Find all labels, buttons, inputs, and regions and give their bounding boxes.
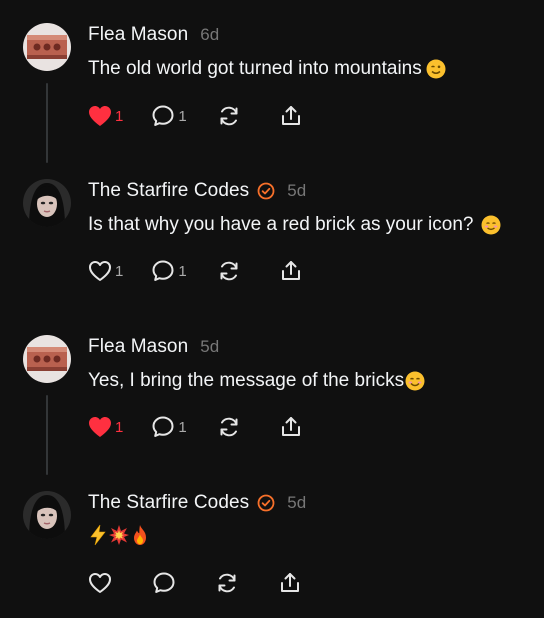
post-text: Yes, I bring the message of the bricks bbox=[88, 370, 405, 391]
share-icon bbox=[281, 261, 300, 280]
thread-line bbox=[46, 83, 48, 163]
reply-button[interactable] bbox=[152, 571, 176, 595]
comment-icon bbox=[152, 416, 174, 437]
comment-icon bbox=[153, 572, 175, 593]
like-count: 1 bbox=[115, 262, 124, 280]
share-button[interactable] bbox=[279, 104, 303, 128]
repost-button[interactable] bbox=[217, 259, 241, 283]
reply-button[interactable]: 1 bbox=[151, 104, 187, 128]
share-button[interactable] bbox=[279, 415, 303, 439]
comment-icon bbox=[152, 105, 174, 126]
lightning-emoji-icon bbox=[90, 524, 106, 546]
like-button[interactable]: 1 bbox=[88, 259, 123, 283]
like-button[interactable] bbox=[88, 571, 112, 595]
avatar[interactable] bbox=[23, 335, 71, 383]
collision-emoji-icon bbox=[109, 525, 129, 545]
post-emojis bbox=[88, 524, 150, 546]
person-photo bbox=[23, 179, 71, 227]
repost-icon bbox=[220, 106, 238, 126]
author-name[interactable]: Flea Mason bbox=[88, 24, 188, 46]
share-icon bbox=[281, 417, 300, 436]
avatar[interactable] bbox=[23, 179, 71, 227]
avatar[interactable] bbox=[23, 491, 71, 539]
heart-outline-icon bbox=[89, 261, 111, 281]
author-name[interactable]: The Starfire Codes bbox=[88, 492, 249, 514]
verified-badge-icon bbox=[257, 494, 275, 512]
wink-emoji-icon bbox=[426, 59, 446, 79]
like-count: 1 bbox=[115, 107, 124, 125]
relieved-smile-emoji-icon bbox=[481, 215, 501, 235]
heart-filled-icon bbox=[89, 106, 111, 126]
brick-icon bbox=[23, 23, 71, 71]
comment-icon bbox=[152, 260, 174, 281]
timestamp: 5d bbox=[287, 181, 307, 200]
share-button[interactable] bbox=[278, 571, 302, 595]
reply-button[interactable]: 1 bbox=[151, 415, 187, 439]
reply-count: 1 bbox=[178, 107, 187, 125]
repost-icon bbox=[220, 261, 238, 281]
share-icon bbox=[281, 106, 300, 125]
repost-icon bbox=[220, 417, 238, 437]
smile-emoji-icon bbox=[405, 371, 425, 391]
share-button[interactable] bbox=[279, 259, 303, 283]
timestamp: 5d bbox=[200, 337, 220, 356]
heart-filled-icon bbox=[89, 417, 111, 437]
repost-button[interactable] bbox=[215, 571, 239, 595]
repost-icon bbox=[218, 573, 236, 593]
repost-button[interactable] bbox=[217, 415, 241, 439]
verified-badge-icon bbox=[257, 182, 275, 200]
like-button[interactable]: 1 bbox=[88, 104, 123, 128]
post-text: The old world got turned into mountains bbox=[88, 58, 422, 79]
like-count: 1 bbox=[115, 418, 124, 436]
avatar[interactable] bbox=[23, 23, 71, 71]
reply-count: 1 bbox=[178, 418, 187, 436]
timestamp: 6d bbox=[200, 25, 220, 44]
like-button[interactable]: 1 bbox=[88, 415, 123, 439]
thread-line bbox=[46, 395, 48, 475]
brick-icon bbox=[23, 335, 71, 383]
post-text: Is that why you have a red brick as your… bbox=[88, 214, 474, 235]
fire-emoji-icon bbox=[134, 525, 146, 545]
reply-button[interactable]: 1 bbox=[151, 259, 187, 283]
author-name[interactable]: Flea Mason bbox=[88, 336, 188, 358]
person-photo bbox=[23, 491, 71, 539]
repost-button[interactable] bbox=[217, 104, 241, 128]
reply-count: 1 bbox=[178, 262, 187, 280]
share-icon bbox=[281, 573, 299, 592]
heart-outline-icon bbox=[89, 573, 111, 593]
author-name[interactable]: The Starfire Codes bbox=[88, 180, 249, 202]
timestamp: 5d bbox=[287, 493, 307, 512]
